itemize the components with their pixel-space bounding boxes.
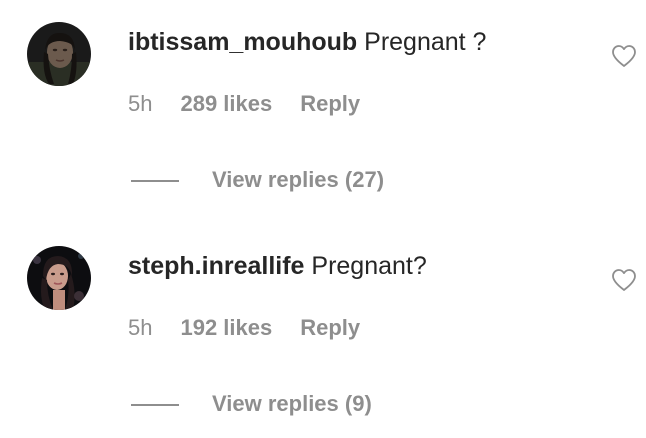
comment-item: steph.inreallife Pregnant? 5h 192 likes Re… (0, 219, 646, 438)
comment-username[interactable]: steph.inreallife (128, 252, 304, 280)
heart-outline-icon (612, 269, 636, 291)
like-button[interactable] (611, 44, 637, 68)
comment-text-line: ibtissam_mouhoub Pregnant ? (128, 27, 486, 57)
avatar[interactable] (27, 22, 91, 86)
replies-divider (131, 404, 179, 406)
view-replies-label: View replies (9) (212, 391, 372, 416)
comment-username[interactable]: ibtissam_mouhoub (128, 28, 357, 56)
comment-meta: 5h 192 likes Reply (128, 315, 360, 341)
reply-button[interactable]: Reply (300, 315, 360, 341)
comment-meta: 5h 289 likes Reply (128, 91, 360, 117)
view-replies-label: View replies (27) (212, 167, 385, 192)
comment-timestamp: 5h (128, 315, 153, 340)
avatar-image (27, 22, 91, 86)
comment-item: ibtissam_mouhoub Pregnant ? 5h 289 likes R… (0, 0, 646, 219)
comment-body: Pregnant? (311, 252, 427, 280)
like-button[interactable] (611, 268, 637, 292)
replies-divider (131, 180, 179, 182)
comment-text-line: steph.inreallife Pregnant? (128, 251, 427, 281)
comment-body: Pregnant ? (364, 28, 487, 56)
reply-button[interactable]: Reply (300, 91, 360, 117)
avatar-image (27, 246, 91, 310)
like-count[interactable]: 192 likes (180, 315, 272, 341)
comment-timestamp: 5h (128, 91, 153, 116)
like-count[interactable]: 289 likes (180, 91, 272, 117)
avatar[interactable] (27, 246, 91, 310)
heart-outline-icon (612, 45, 636, 67)
